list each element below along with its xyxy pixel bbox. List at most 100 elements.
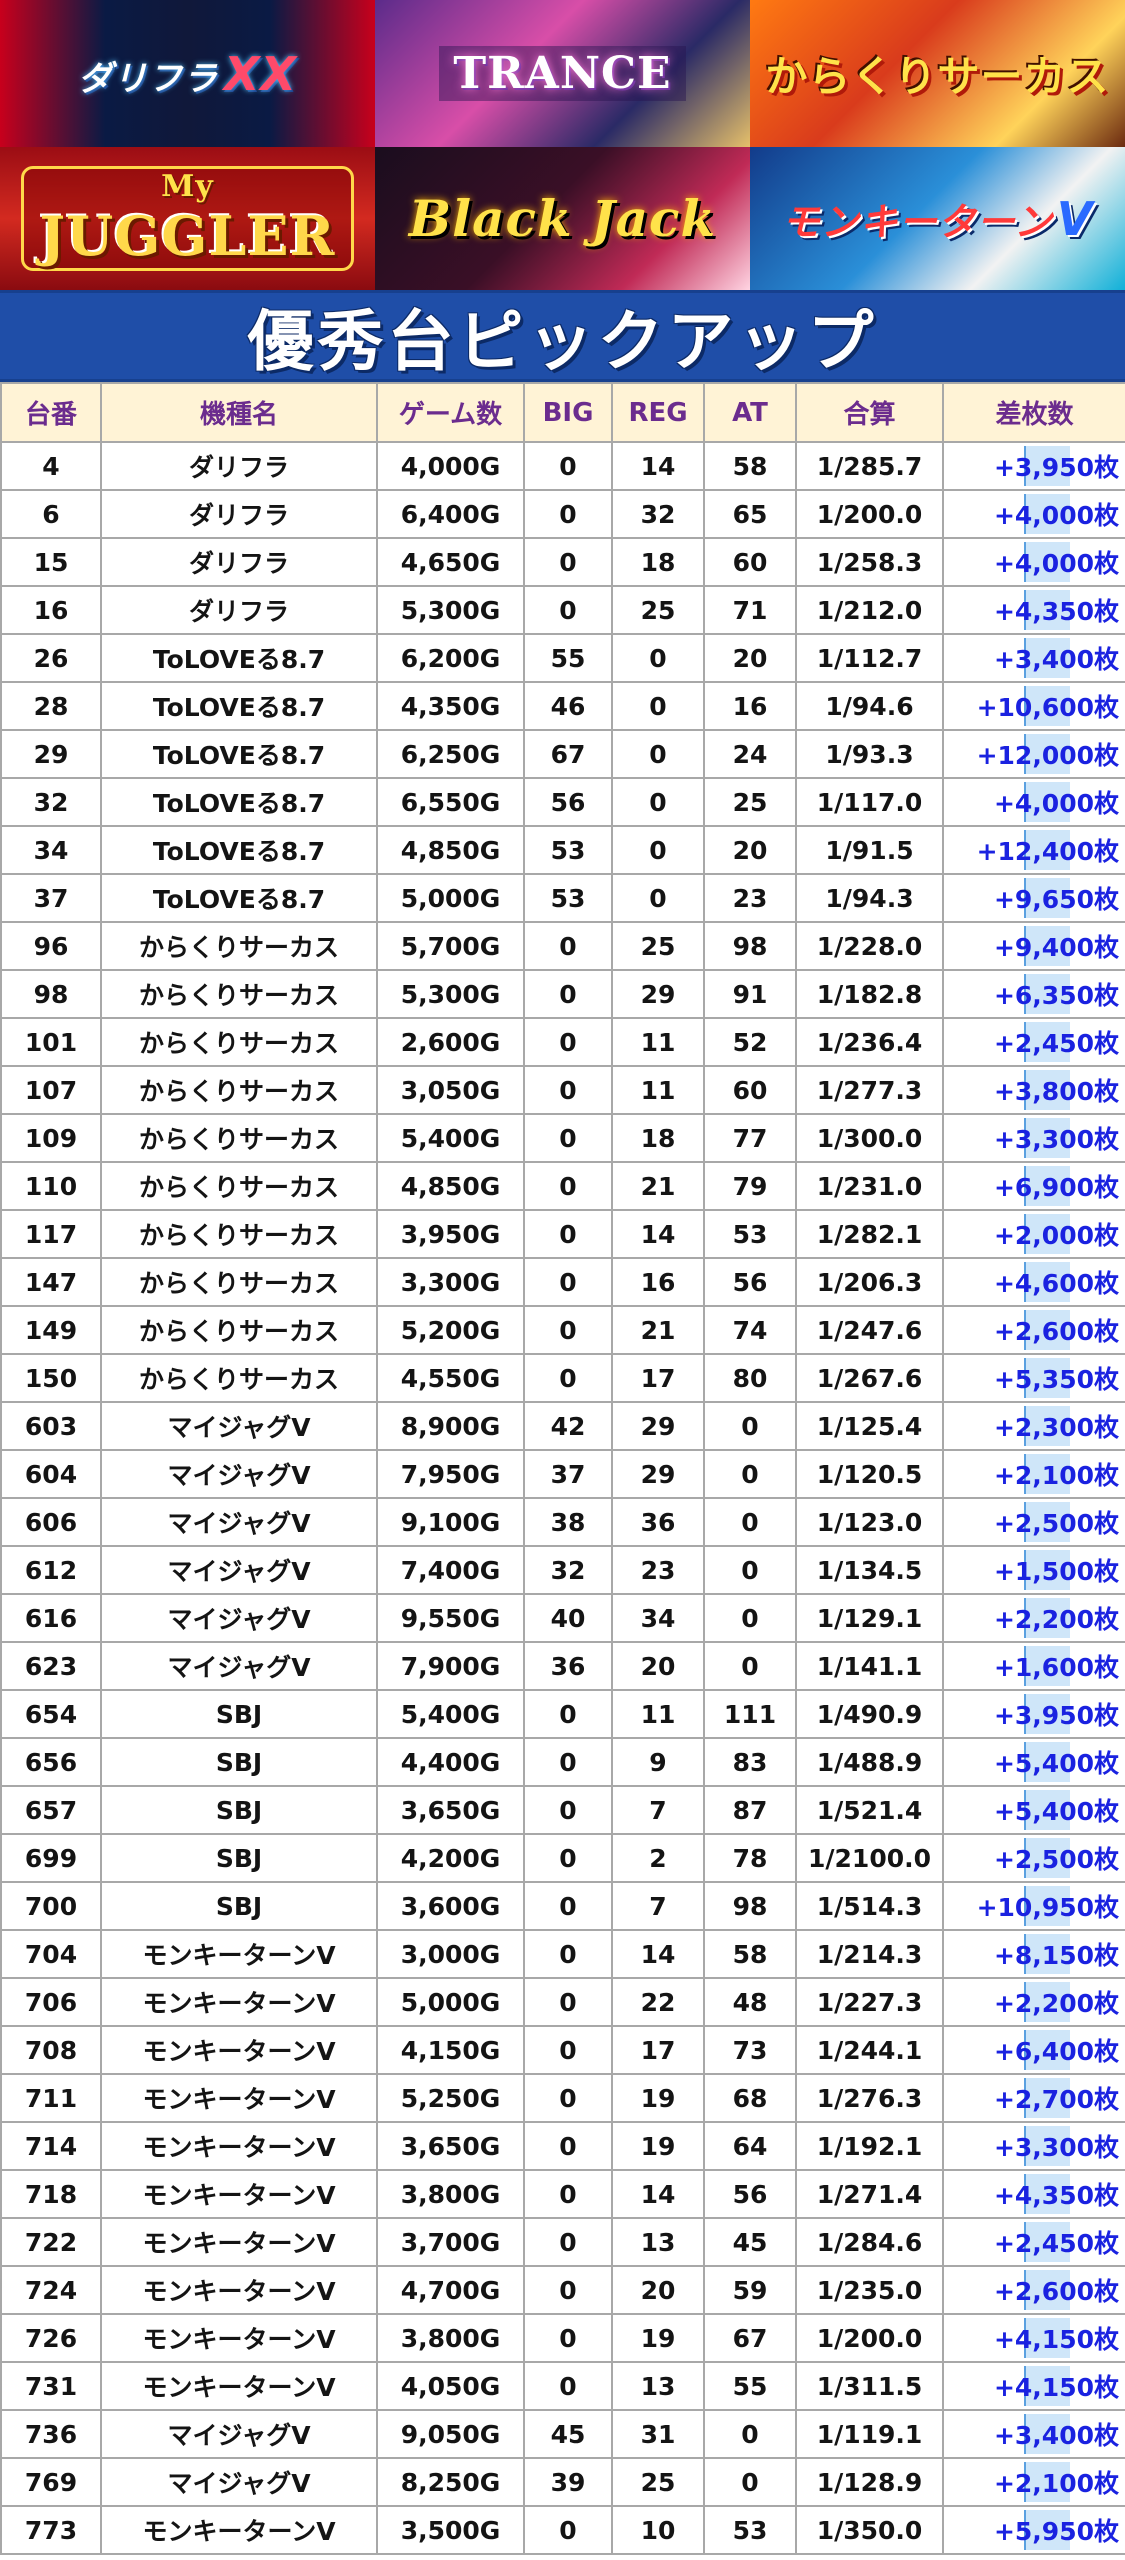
cell-machine-number: 32 <box>0 777 102 827</box>
cell-reg: 7 <box>611 1881 705 1931</box>
cell-machine-name: ToLOVEる8.7 <box>100 873 378 923</box>
cell-diff: +4,000枚 <box>942 777 1125 827</box>
cell-reg: 10 <box>611 2505 705 2555</box>
cell-reg: 14 <box>611 441 705 491</box>
cell-machine-name: マイジャグV <box>100 1641 378 1691</box>
cell-at: 59 <box>703 2265 797 2315</box>
banner-karakuri-logo: からくりサーカス <box>765 52 1110 101</box>
table-row: 731 モンキーターンV 4,050G 0 13 55 1/311.5 +4,150枚 <box>0 2361 1125 2411</box>
diff-value: +3,300枚 <box>993 2133 1119 2162</box>
banner-trance[interactable]: TRANCE <box>375 0 750 147</box>
cell-reg: 25 <box>611 585 705 635</box>
cell-diff: +5,350枚 <box>942 1353 1125 1403</box>
diff-value: +1,600枚 <box>993 1653 1119 1682</box>
cell-machine-number: 604 <box>0 1449 102 1499</box>
diff-value: +3,950枚 <box>993 1701 1119 1730</box>
cell-machine-number: 769 <box>0 2457 102 2507</box>
cell-combined: 1/271.4 <box>795 2169 944 2219</box>
cell-machine-name: モンキーターンV <box>100 2025 378 2075</box>
banner-my-juggler[interactable]: My JUGGLER <box>0 147 375 290</box>
cell-machine-number: 726 <box>0 2313 102 2363</box>
cell-machine-name: からくりサーカス <box>100 969 378 1019</box>
table-row: 657 SBJ 3,650G 0 7 87 1/521.4 +5,400枚 <box>0 1785 1125 1835</box>
cell-machine-number: 700 <box>0 1881 102 1931</box>
cell-combined: 1/282.1 <box>795 1209 944 1259</box>
cell-combined: 1/123.0 <box>795 1497 944 1547</box>
banner-darifura[interactable]: ダリフラ XX <box>0 0 375 147</box>
cell-big: 0 <box>523 1017 613 1067</box>
cell-big: 0 <box>523 969 613 1019</box>
cell-combined: 1/125.4 <box>795 1401 944 1451</box>
cell-machine-name: からくりサーカス <box>100 1353 378 1403</box>
cell-diff: +5,400枚 <box>942 1737 1125 1787</box>
cell-machine-number: 117 <box>0 1209 102 1259</box>
cell-diff: +2,500枚 <box>942 1497 1125 1547</box>
cell-combined: 1/284.6 <box>795 2217 944 2267</box>
cell-diff: +8,150枚 <box>942 1929 1125 1979</box>
table-row: 726 モンキーターンV 3,800G 0 19 67 1/200.0 +4,150枚 <box>0 2313 1125 2363</box>
table-row: 722 モンキーターンV 3,700G 0 13 45 1/284.6 +2,450枚 <box>0 2217 1125 2267</box>
cell-at: 0 <box>703 2457 797 2507</box>
cell-diff: +4,150枚 <box>942 2361 1125 2411</box>
cell-games: 8,900G <box>376 1401 525 1451</box>
diff-value: +12,000枚 <box>976 741 1119 770</box>
table-row: 117 からくりサーカス 3,950G 0 14 53 1/282.1 +2,000枚 <box>0 1209 1125 1259</box>
cell-reg: 0 <box>611 777 705 827</box>
table-row: 623 マイジャグV 7,900G 36 20 0 1/141.1 +1,600枚 <box>0 1641 1125 1691</box>
table-body: 4 ダリフラ 4,000G 0 14 58 1/285.7 +3,950枚 6 ダリフラ 6,400… <box>0 441 1125 2555</box>
cell-at: 45 <box>703 2217 797 2267</box>
cell-diff: +2,500枚 <box>942 1833 1125 1883</box>
cell-games: 5,200G <box>376 1305 525 1355</box>
cell-machine-name: SBJ <box>100 1737 378 1787</box>
cell-big: 0 <box>523 1689 613 1739</box>
cell-games: 5,300G <box>376 585 525 635</box>
diff-value: +6,350枚 <box>993 981 1119 1010</box>
diff-value: +4,600枚 <box>993 1269 1119 1298</box>
cell-combined: 1/93.3 <box>795 729 944 779</box>
cell-reg: 14 <box>611 1209 705 1259</box>
cell-big: 55 <box>523 633 613 683</box>
banner-karakuri-circus[interactable]: からくりサーカス <box>750 0 1125 147</box>
cell-machine-name: モンキーターンV <box>100 2169 378 2219</box>
diff-value: +4,150枚 <box>993 2325 1119 2354</box>
cell-big: 56 <box>523 777 613 827</box>
cell-at: 55 <box>703 2361 797 2411</box>
cell-machine-name: からくりサーカス <box>100 1209 378 1259</box>
cell-machine-number: 654 <box>0 1689 102 1739</box>
cell-diff: +3,400枚 <box>942 2409 1125 2459</box>
col-machine-name: 機種名 <box>100 382 378 443</box>
cell-big: 0 <box>523 1161 613 1211</box>
cell-diff: +2,300枚 <box>942 1401 1125 1451</box>
table-row: 110 からくりサーカス 4,850G 0 21 79 1/231.0 +6,900枚 <box>0 1161 1125 1211</box>
cell-at: 111 <box>703 1689 797 1739</box>
table-row: 98 からくりサーカス 5,300G 0 29 91 1/182.8 +6,350枚 <box>0 969 1125 1019</box>
diff-value: +4,000枚 <box>993 501 1119 530</box>
table-row: 604 マイジャグV 7,950G 37 29 0 1/120.5 +2,100枚 <box>0 1449 1125 1499</box>
table-row: 107 からくりサーカス 3,050G 0 11 60 1/277.3 +3,800枚 <box>0 1065 1125 1115</box>
cell-at: 87 <box>703 1785 797 1835</box>
cell-at: 20 <box>703 633 797 683</box>
cell-reg: 18 <box>611 537 705 587</box>
cell-diff: +1,600枚 <box>942 1641 1125 1691</box>
diff-value: +2,600枚 <box>993 2277 1119 2306</box>
cell-reg: 14 <box>611 1929 705 1979</box>
banner-black-jack[interactable]: Black Jack <box>375 147 750 290</box>
cell-reg: 22 <box>611 1977 705 2027</box>
cell-games: 3,000G <box>376 1929 525 1979</box>
banner-monkey-turn[interactable]: モンキーターンV <box>750 147 1125 290</box>
cell-machine-number: 706 <box>0 1977 102 2027</box>
cell-machine-number: 109 <box>0 1113 102 1163</box>
cell-diff: +5,400枚 <box>942 1785 1125 1835</box>
table-row: 109 からくりサーカス 5,400G 0 18 77 1/300.0 +3,300枚 <box>0 1113 1125 1163</box>
cell-machine-number: 708 <box>0 2025 102 2075</box>
table-row: 37 ToLOVEる8.7 5,000G 53 0 23 1/94.3 +9,650枚 <box>0 873 1125 923</box>
diff-value: +2,450枚 <box>993 2229 1119 2258</box>
cell-games: 3,300G <box>376 1257 525 1307</box>
cell-big: 0 <box>523 585 613 635</box>
cell-machine-name: ToLOVEる8.7 <box>100 681 378 731</box>
cell-at: 60 <box>703 1065 797 1115</box>
cell-machine-number: 722 <box>0 2217 102 2267</box>
cell-diff: +10,600枚 <box>942 681 1125 731</box>
cell-reg: 34 <box>611 1593 705 1643</box>
cell-at: 65 <box>703 489 797 539</box>
